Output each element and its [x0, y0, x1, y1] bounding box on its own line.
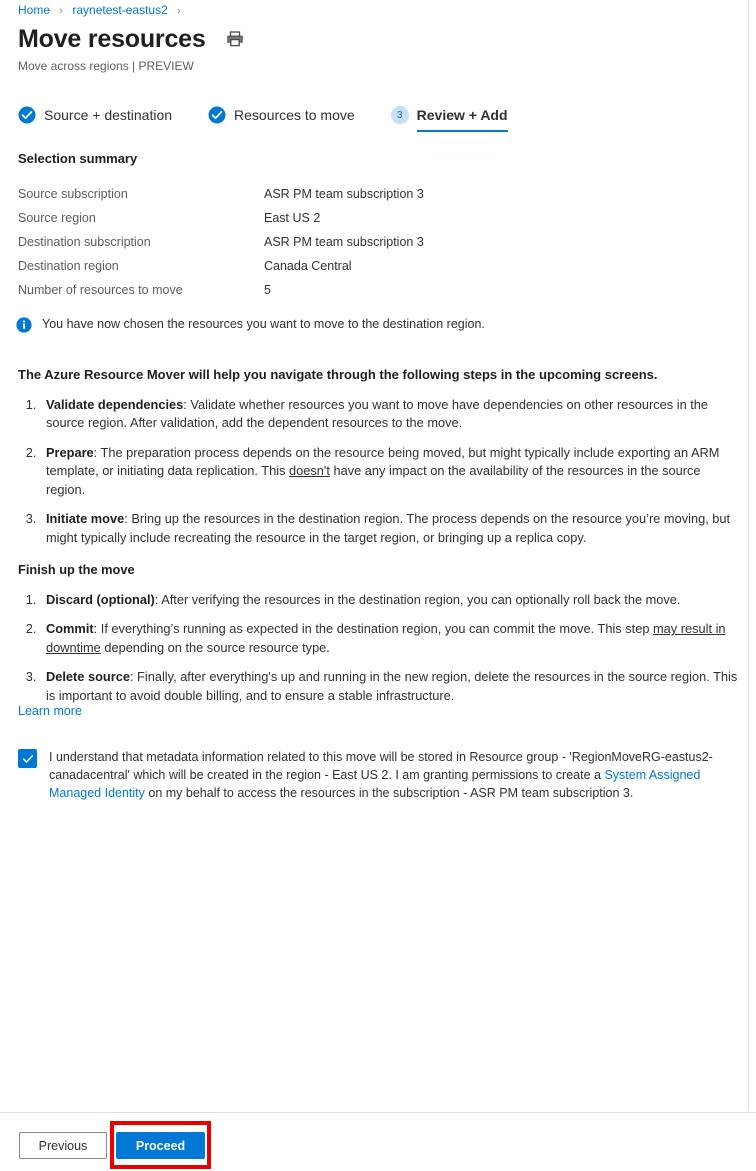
page-subtitle: Move across regions | PREVIEW [18, 59, 194, 73]
step-text-underlined: doesn't [289, 463, 330, 478]
summary-value: East US 2 [264, 211, 321, 225]
tab-source-destination[interactable]: Source + destination [18, 106, 172, 132]
table-row: Destination region Canada Central [18, 254, 518, 278]
consent-row: I understand that metadata information r… [18, 748, 736, 802]
consent-text-part2: on my behalf to access the resources in … [144, 786, 634, 800]
blade-right-edge [748, 0, 749, 1110]
summary-value: ASR PM team subscription 3 [264, 187, 424, 201]
tab-label-resources-to-move: Resources to move [234, 107, 355, 123]
learn-more-link[interactable]: Learn more [18, 704, 82, 718]
selection-summary-title: Selection summary [18, 151, 138, 166]
finish-up-heading: Finish up the move [18, 562, 135, 577]
move-resources-blade: Home › raynetest-eastus2 › Move resource… [0, 0, 756, 1171]
proceed-button[interactable]: Proceed [116, 1132, 205, 1159]
step-term: Validate dependencies [46, 396, 184, 412]
previous-button[interactable]: Previous [19, 1132, 107, 1159]
breadcrumb-separator-icon: › [59, 5, 64, 17]
step-term: Delete source [46, 669, 130, 684]
step-text: After verifying the resources in the des… [158, 591, 681, 607]
tab-label-source-destination: Source + destination [44, 107, 173, 123]
summary-value: ASR PM team subscription 3 [264, 235, 424, 249]
summary-key: Source region [18, 211, 96, 225]
instructions-lead: The Azure Resource Mover will help you n… [18, 367, 658, 382]
summary-key: Source subscription [18, 187, 128, 201]
list-item: Discard (optional): After verifying the … [40, 591, 738, 610]
table-row: Source subscription ASR PM team subscrip… [18, 182, 518, 206]
upcoming-steps-list: Validate dependencies: Validate whether … [18, 396, 738, 548]
title-row: Move resources [18, 24, 246, 54]
list-item: Validate dependencies: Validate whether … [40, 396, 738, 433]
info-message: You have now chosen the resources you wa… [16, 316, 485, 333]
check-icon [18, 106, 36, 124]
table-row: Destination subscription ASR PM team sub… [18, 230, 518, 254]
tab-review-add[interactable]: 3 Review + Add [390, 106, 508, 132]
step-text: Bring up the resources in the destinatio… [46, 511, 731, 545]
footer-bar: Previous Proceed [0, 1112, 756, 1171]
table-row: Source region East US 2 [18, 206, 518, 230]
consent-checkbox[interactable] [18, 749, 37, 768]
step-number-badge: 3 [390, 106, 409, 124]
breadcrumb-item-resource-group[interactable]: raynetest-eastus2 [72, 3, 167, 17]
check-icon [208, 106, 226, 124]
step-term: Prepare [46, 444, 94, 460]
summary-key: Destination region [18, 259, 119, 273]
summary-key: Number of resources to move [18, 283, 183, 297]
wizard-steps: Source + destination Resources to move 3… [18, 106, 544, 132]
step-text: Finally, after everything's up and runni… [46, 669, 738, 703]
list-item: Prepare: The preparation process depends… [40, 444, 738, 500]
step-term: Discard (optional) [46, 591, 155, 607]
instructions-body: The Azure Resource Mover will help you n… [18, 366, 738, 705]
finish-steps-list: Discard (optional): After verifying the … [18, 591, 738, 706]
summary-value: Canada Central [264, 259, 352, 273]
step-text-before: If everything’s running as expected in t… [97, 621, 653, 636]
info-icon [16, 317, 32, 333]
step-term: Commit [46, 621, 94, 636]
info-message-text: You have now chosen the resources you wa… [42, 317, 485, 331]
breadcrumb-item-home[interactable]: Home [18, 3, 50, 17]
table-row: Number of resources to move 5 [18, 278, 518, 302]
step-text-after: depending on the source resource type. [100, 639, 330, 655]
consent-label: I understand that metadata information r… [49, 748, 736, 802]
tab-label-review-add: Review + Add [416, 107, 508, 123]
breadcrumb: Home › raynetest-eastus2 › [18, 1, 187, 20]
list-item: Initiate move: Bring up the resources in… [40, 510, 738, 547]
list-item: Delete source: Finally, after everything… [40, 668, 738, 705]
tab-resources-to-move[interactable]: Resources to move [208, 106, 355, 132]
step-term: Initiate move [46, 511, 125, 526]
printer-icon[interactable] [224, 28, 246, 50]
page-title: Move resources [18, 25, 206, 53]
selection-summary-table: Source subscription ASR PM team subscrip… [18, 182, 518, 302]
summary-value: 5 [264, 283, 271, 297]
breadcrumb-separator-icon-2: › [177, 5, 181, 17]
summary-key: Destination subscription [18, 235, 151, 249]
list-item: Commit: If everything’s running as expec… [40, 620, 738, 657]
